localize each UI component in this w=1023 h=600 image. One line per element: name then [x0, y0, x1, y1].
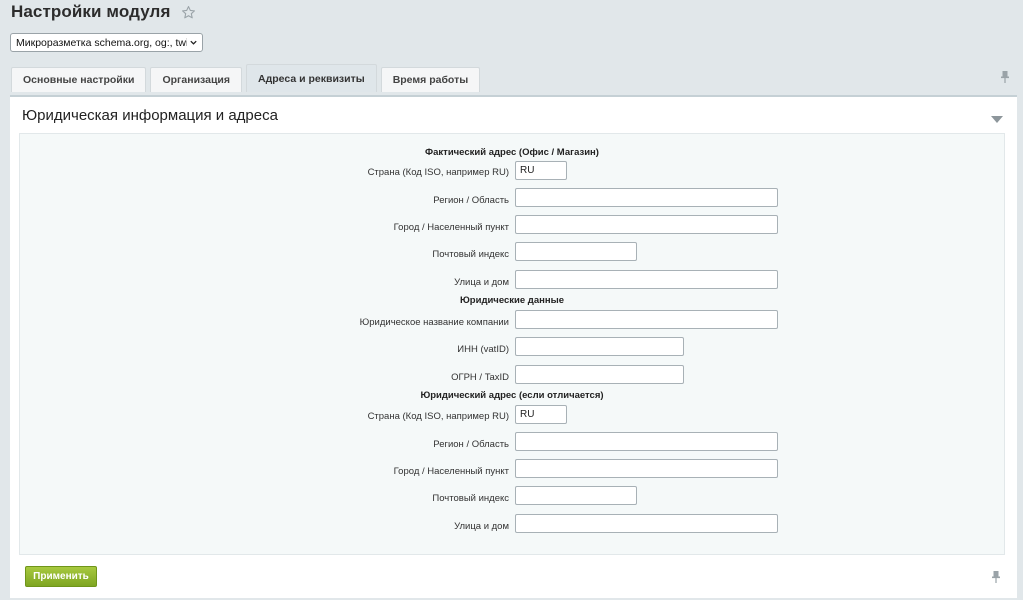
pin-icon[interactable] [999, 70, 1011, 84]
section-title-legal-address: Юридический адрес (если отличается) [420, 390, 604, 401]
panel-title: Юридическая информация и адреса [22, 107, 278, 124]
tab-working-hours[interactable]: Время работы [380, 67, 481, 92]
field-label: Регион / Область [433, 195, 509, 206]
section-title-legal-data: Юридические данные [460, 295, 564, 306]
field-label: ОГРН / TaxID [451, 372, 509, 383]
field-label: Регион / Область [433, 439, 509, 450]
field-label: Страна (Код ISO, например RU) [367, 167, 509, 178]
star-icon[interactable] [181, 5, 196, 20]
ogrn-input[interactable] [515, 365, 684, 384]
actual-country-input[interactable] [515, 161, 567, 180]
field-label: Улица и дом [454, 277, 509, 288]
chevron-down-icon [189, 38, 198, 47]
field-label: ИНН (vatID) [457, 344, 509, 355]
field-label: Город / Населенный пункт [393, 466, 509, 477]
settings-panel: Юридическая информация и адреса Фактичес… [10, 95, 1017, 598]
page-title: Настройки модуля [11, 2, 171, 21]
markup-type-select[interactable]: Микроразметка schema.org, og:, twitter: [10, 33, 203, 52]
tab-organization[interactable]: Организация [150, 67, 243, 92]
legal-city-input[interactable] [515, 459, 778, 478]
tab-bar: Основные настройки Организация Адреса и … [11, 64, 484, 95]
actual-zip-input[interactable] [515, 242, 637, 261]
field-label: Страна (Код ISO, например RU) [367, 411, 509, 422]
legal-country-input[interactable] [515, 405, 567, 424]
actual-city-input[interactable] [515, 215, 778, 234]
field-label: Почтовый индекс [432, 249, 509, 260]
actual-region-input[interactable] [515, 188, 778, 207]
page-title-row: Настройки модуля [11, 2, 196, 22]
markup-type-select-value: Микроразметка schema.org, og:, twitter: [16, 36, 187, 49]
address-form: Фактический адрес (Офис / Магазин) Стран… [19, 133, 1005, 555]
field-label: Город / Населенный пункт [393, 222, 509, 233]
triangle-down-icon[interactable] [990, 111, 1004, 123]
field-label: Юридическое название компании [359, 317, 509, 328]
actual-street-input[interactable] [515, 270, 778, 289]
legal-zip-input[interactable] [515, 486, 637, 505]
section-title-actual-address: Фактический адрес (Офис / Магазин) [425, 147, 599, 158]
legal-region-input[interactable] [515, 432, 778, 451]
field-label: Улица и дом [454, 521, 509, 532]
apply-button[interactable]: Применить [25, 566, 97, 587]
pin-icon[interactable] [990, 570, 1002, 584]
tab-addresses[interactable]: Адреса и реквизиты [246, 64, 377, 92]
legal-street-input[interactable] [515, 514, 778, 533]
tab-basic-settings[interactable]: Основные настройки [11, 67, 147, 92]
field-label: Почтовый индекс [432, 493, 509, 504]
legal-company-input[interactable] [515, 310, 778, 329]
inn-input[interactable] [515, 337, 684, 356]
